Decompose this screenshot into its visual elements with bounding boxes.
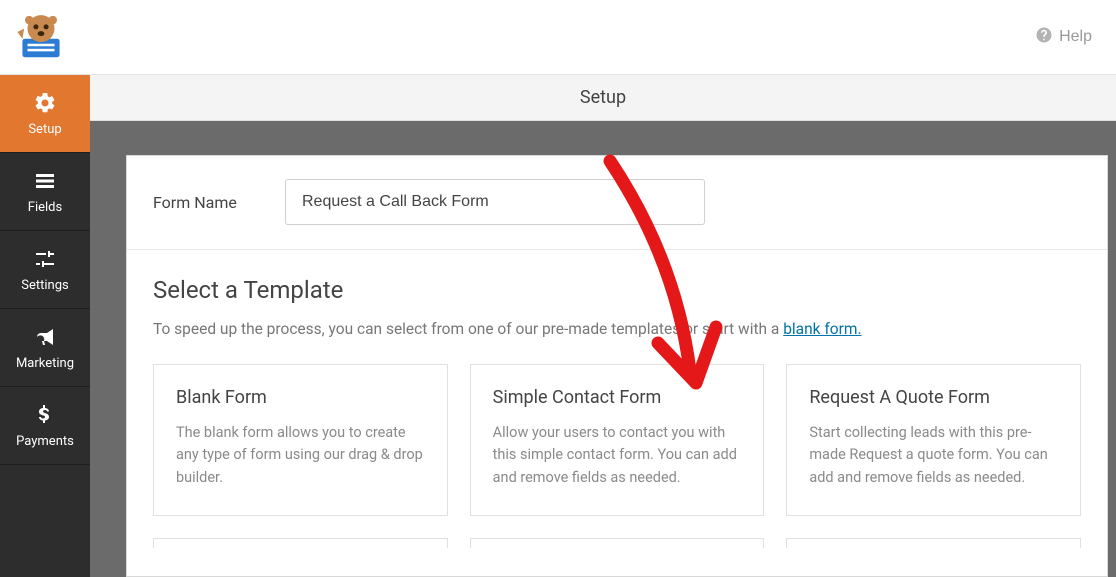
sidebar-label: Fields [28, 200, 62, 215]
body-row: Setup Fields Settings Marketing Payments [0, 75, 1116, 577]
template-card-blank[interactable]: Blank Form The blank form allows you to … [153, 364, 448, 516]
template-heading: Select a Template [153, 276, 1081, 304]
content-wrap: Form Name Select a Template To speed up … [90, 121, 1116, 577]
template-sub-before: To speed up the process, you can select … [153, 320, 568, 338]
template-sub-gap: made [568, 320, 607, 338]
template-sub-after: templates or start with a [607, 320, 783, 338]
setup-panel: Form Name Select a Template To speed up … [126, 155, 1108, 577]
sidebar-item-setup[interactable]: Setup [0, 75, 90, 153]
page-title-bar: Setup [90, 75, 1116, 121]
template-card-title: Request A Quote Form [809, 387, 1058, 408]
blank-form-link[interactable]: blank form. [783, 320, 861, 338]
form-name-row: Form Name [127, 156, 1107, 250]
template-card-desc: Start collecting leads with this pre-mad… [809, 422, 1058, 489]
sidebar-label: Marketing [16, 356, 74, 371]
template-card-placeholder[interactable] [470, 538, 765, 548]
sidebar: Setup Fields Settings Marketing Payments [0, 75, 90, 577]
sidebar-label: Settings [21, 278, 68, 293]
template-card-simple-contact[interactable]: Simple Contact Form Allow your users to … [470, 364, 765, 516]
template-grid: Blank Form The blank form allows you to … [153, 364, 1081, 516]
top-bar: Help [0, 0, 1116, 75]
template-card-placeholder[interactable] [153, 538, 448, 548]
template-section: Select a Template To speed up the proces… [127, 250, 1107, 576]
sidebar-item-fields[interactable]: Fields [0, 153, 90, 231]
list-icon [32, 168, 58, 194]
wpforms-logo [14, 10, 68, 64]
page-title: Setup [580, 87, 626, 108]
sidebar-item-payments[interactable]: Payments [0, 387, 90, 465]
sliders-icon [32, 246, 58, 272]
template-card-request-quote[interactable]: Request A Quote Form Start collecting le… [786, 364, 1081, 516]
help-icon [1035, 26, 1053, 49]
sidebar-label: Setup [28, 122, 61, 137]
dollar-icon [32, 402, 58, 428]
sidebar-item-marketing[interactable]: Marketing [0, 309, 90, 387]
template-grid-row2 [153, 538, 1081, 548]
template-card-title: Blank Form [176, 387, 425, 408]
sidebar-item-settings[interactable]: Settings [0, 231, 90, 309]
help-label: Help [1059, 28, 1092, 46]
template-card-placeholder[interactable] [786, 538, 1081, 548]
template-card-desc: Allow your users to contact you with thi… [493, 422, 742, 489]
form-name-label: Form Name [153, 193, 285, 212]
megaphone-icon [32, 324, 58, 350]
form-name-input[interactable] [285, 179, 705, 225]
template-card-title: Simple Contact Form [493, 387, 742, 408]
template-card-desc: The blank form allows you to create any … [176, 422, 425, 489]
template-subtext: To speed up the process, you can select … [153, 320, 1081, 338]
gear-icon [32, 90, 58, 116]
main: Setup Form Name Select a Template To spe… [90, 75, 1116, 577]
sidebar-label: Payments [16, 434, 74, 449]
help-button[interactable]: Help [1035, 26, 1092, 49]
